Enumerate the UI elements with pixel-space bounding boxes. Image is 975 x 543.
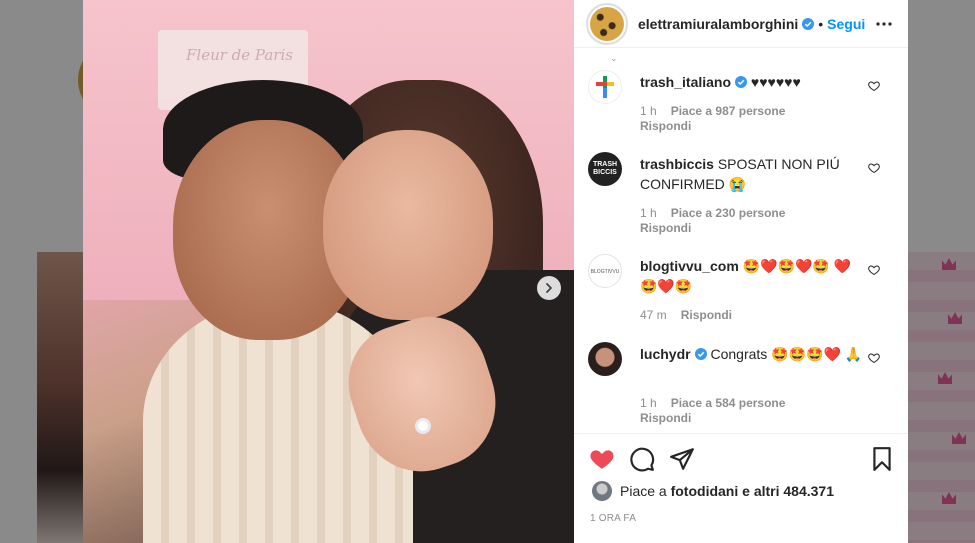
bookmark-icon[interactable] <box>869 446 895 472</box>
heart-outline-icon[interactable] <box>868 352 880 364</box>
heart-outline-icon[interactable] <box>868 80 880 92</box>
post-timestamp[interactable]: 1 ORA FA <box>590 513 636 524</box>
comment-likes[interactable]: Piace a 584 persone <box>671 396 786 410</box>
commenter-avatar[interactable]: TRASH BICCIS <box>588 152 622 186</box>
comment-time: 1 h <box>640 206 657 220</box>
post-panel: elettramiuralamborghini • Segui ⌄ trash_… <box>574 0 908 543</box>
verified-icon <box>735 76 748 88</box>
woman-face <box>323 130 493 320</box>
follow-button[interactable]: Segui <box>827 16 865 32</box>
comment-likes[interactable]: Piace a 230 persone <box>671 206 786 220</box>
post-actions: Piace a fotodidani e altri 484.371 1 ORA… <box>574 433 908 543</box>
post-photo: Fleur de Paris <box>83 0 574 543</box>
verified-icon <box>802 17 815 30</box>
comments-list[interactable]: ⌄ trash_italiano ♥♥♥♥♥♥ 1 h Piace a 987 p… <box>574 49 908 433</box>
comment-text: ♥♥♥♥♥♥ <box>750 74 801 90</box>
heart-filled-icon[interactable] <box>589 446 615 472</box>
reply-button[interactable]: Rispondi <box>640 119 785 134</box>
comment-username[interactable]: blogtivvu_com <box>640 258 739 274</box>
comment-time: 1 h <box>640 396 657 410</box>
more-options-button[interactable] <box>872 12 896 36</box>
share-icon[interactable] <box>669 446 695 472</box>
reply-button[interactable]: Rispondi <box>640 221 785 236</box>
comment-time: 47 m <box>640 308 667 322</box>
comment-meta: 1 h Piace a 230 persone Rispondi <box>640 206 785 236</box>
heart-outline-icon[interactable] <box>868 162 880 174</box>
heart-outline-icon[interactable] <box>868 264 880 276</box>
comment-meta: 47 m Rispondi <box>640 308 732 323</box>
liker-username[interactable]: fotodidani <box>671 483 739 499</box>
separator-dot: • <box>818 15 824 32</box>
comment-meta: 1 h Piace a 584 persone Rispondi <box>640 396 785 426</box>
grid-thumbnail-right <box>908 252 975 543</box>
author-avatar[interactable] <box>586 2 628 45</box>
comment-text: Congrats 🤩🤩🤩❤️ 🙏 <box>710 346 863 362</box>
engagement-ring <box>415 418 431 434</box>
comment-username[interactable]: trashbiccis <box>640 156 714 172</box>
comment-icon[interactable] <box>629 446 655 472</box>
commenter-avatar[interactable] <box>588 70 622 104</box>
commenter-avatar[interactable]: BLOGTIVVU <box>588 254 622 288</box>
grid-thumbnail-left <box>37 252 85 543</box>
reply-button[interactable]: Rispondi <box>640 411 785 426</box>
comment-likes[interactable]: Piace a 987 persone <box>671 104 786 118</box>
likes-count[interactable]: e altri 484.371 <box>742 483 834 499</box>
comment-username[interactable]: luchydr <box>640 346 691 362</box>
verified-icon <box>694 348 707 360</box>
post-header: elettramiuralamborghini • Segui <box>574 0 908 48</box>
likes-summary: Piace a fotodidani e altri 484.371 <box>592 481 834 501</box>
more-icon <box>876 21 892 26</box>
comment-username[interactable]: trash_italiano <box>640 74 731 90</box>
liker-avatar[interactable] <box>592 481 612 501</box>
next-photo-button[interactable] <box>537 276 561 300</box>
commenter-avatar[interactable] <box>588 342 622 376</box>
chevron-right-icon <box>546 283 552 293</box>
author-username[interactable]: elettramiuralamborghini <box>638 16 798 32</box>
reply-button[interactable]: Rispondi <box>681 308 732 322</box>
comment-meta: 1 h Piace a 987 persone Rispondi <box>640 104 785 134</box>
comment-time: 1 h <box>640 104 657 118</box>
